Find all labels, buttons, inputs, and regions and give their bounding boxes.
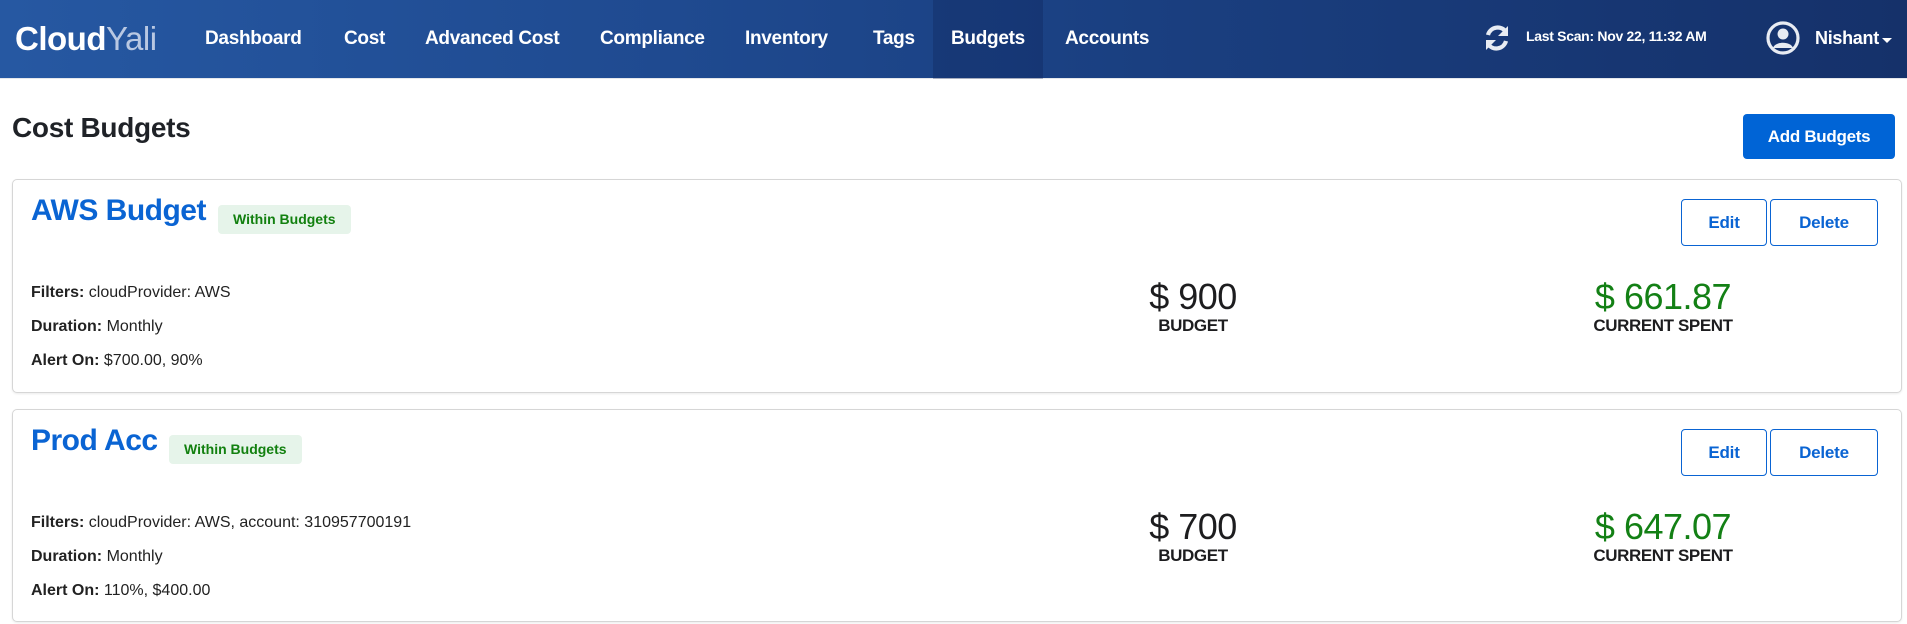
status-badge: Within Budgets <box>218 205 351 234</box>
filters-label: Filters: <box>31 514 85 531</box>
filters-label: Filters: <box>31 284 85 301</box>
user-name[interactable]: Nishant <box>1815 28 1892 49</box>
spent-caption: CURRENT SPENT <box>1593 546 1733 565</box>
spent-stat: $ 647.07 CURRENT SPENT <box>1533 508 1793 566</box>
filters-row: Filters: cloudProvider: AWS <box>31 282 230 316</box>
nav-item-cost[interactable]: Cost <box>344 0 385 79</box>
nav-item-budgets[interactable]: Budgets <box>933 0 1043 79</box>
logo-part-yali: Yali <box>105 20 157 57</box>
duration-label: Duration: <box>31 318 103 335</box>
alert-label: Alert On: <box>31 352 100 369</box>
alert-row: Alert On: $700.00, 90% <box>31 350 230 384</box>
last-scan-text: Last Scan: Nov 22, 11:32 AM <box>1526 28 1707 44</box>
last-scan: Last Scan: Nov 22, 11:32 AM <box>1482 23 1707 58</box>
refresh-icon[interactable] <box>1482 23 1512 58</box>
user-menu[interactable]: Nishant <box>1766 21 1892 60</box>
add-budgets-button[interactable]: Add Budgets <box>1743 114 1895 159</box>
spent-value: $ 647.07 <box>1594 506 1732 547</box>
edit-button[interactable]: Edit <box>1681 429 1767 476</box>
user-name-text: Nishant <box>1815 28 1879 48</box>
budget-caption: BUDGET <box>1158 546 1228 565</box>
budget-card: Prod Acc Within Budgets Edit Delete Filt… <box>12 409 1902 622</box>
nav-item-inventory[interactable]: Inventory <box>745 0 828 79</box>
duration-row: Duration: Monthly <box>31 316 230 350</box>
budget-details: Filters: cloudProvider: AWS, account: 31… <box>31 512 411 614</box>
nav-item-advanced-cost[interactable]: Advanced Cost <box>425 0 560 79</box>
duration-row: Duration: Monthly <box>31 546 411 580</box>
delete-button[interactable]: Delete <box>1770 429 1878 476</box>
page-title: Cost Budgets <box>12 112 191 143</box>
app-logo[interactable]: CloudYali <box>15 20 157 58</box>
user-circle-icon <box>1766 21 1800 60</box>
alert-value: 110%, $400.00 <box>103 582 211 599</box>
spent-caption: CURRENT SPENT <box>1593 316 1733 335</box>
duration-value: Monthly <box>106 318 163 335</box>
budget-value: $ 900 <box>1149 276 1237 317</box>
edit-button[interactable]: Edit <box>1681 199 1767 246</box>
budget-stat: $ 900 BUDGET <box>1063 278 1323 336</box>
filters-value: cloudProvider: AWS, account: 31095770019… <box>88 514 412 531</box>
nav-item-dashboard[interactable]: Dashboard <box>205 0 302 79</box>
budget-stat: $ 700 BUDGET <box>1063 508 1323 566</box>
budget-value: $ 700 <box>1149 506 1237 547</box>
budget-caption: BUDGET <box>1158 316 1228 335</box>
nav-item-tags[interactable]: Tags <box>873 0 915 79</box>
alert-label: Alert On: <box>31 582 100 599</box>
duration-value: Monthly <box>106 548 163 565</box>
alert-value: $700.00, 90% <box>103 352 203 369</box>
chevron-down-icon <box>1881 38 1892 43</box>
nav-item-compliance[interactable]: Compliance <box>600 0 705 79</box>
budget-name[interactable]: AWS Budget <box>31 194 207 228</box>
spent-value: $ 661.87 <box>1594 276 1732 317</box>
spent-stat: $ 661.87 CURRENT SPENT <box>1533 278 1793 336</box>
budget-card: AWS Budget Within Budgets Edit Delete Fi… <box>12 179 1902 393</box>
budget-name[interactable]: Prod Acc <box>31 424 158 458</box>
alert-row: Alert On: 110%, $400.00 <box>31 580 411 614</box>
budget-details: Filters: cloudProvider: AWS Duration: Mo… <box>31 282 230 384</box>
filters-row: Filters: cloudProvider: AWS, account: 31… <box>31 512 411 546</box>
duration-label: Duration: <box>31 548 103 565</box>
logo-part-cloud: Cloud <box>15 20 106 57</box>
delete-button[interactable]: Delete <box>1770 199 1878 246</box>
status-badge: Within Budgets <box>169 435 302 464</box>
filters-value: cloudProvider: AWS <box>88 284 231 301</box>
top-navbar: CloudYali Dashboard Cost Advanced Cost C… <box>0 0 1907 79</box>
nav-item-accounts[interactable]: Accounts <box>1065 0 1149 79</box>
